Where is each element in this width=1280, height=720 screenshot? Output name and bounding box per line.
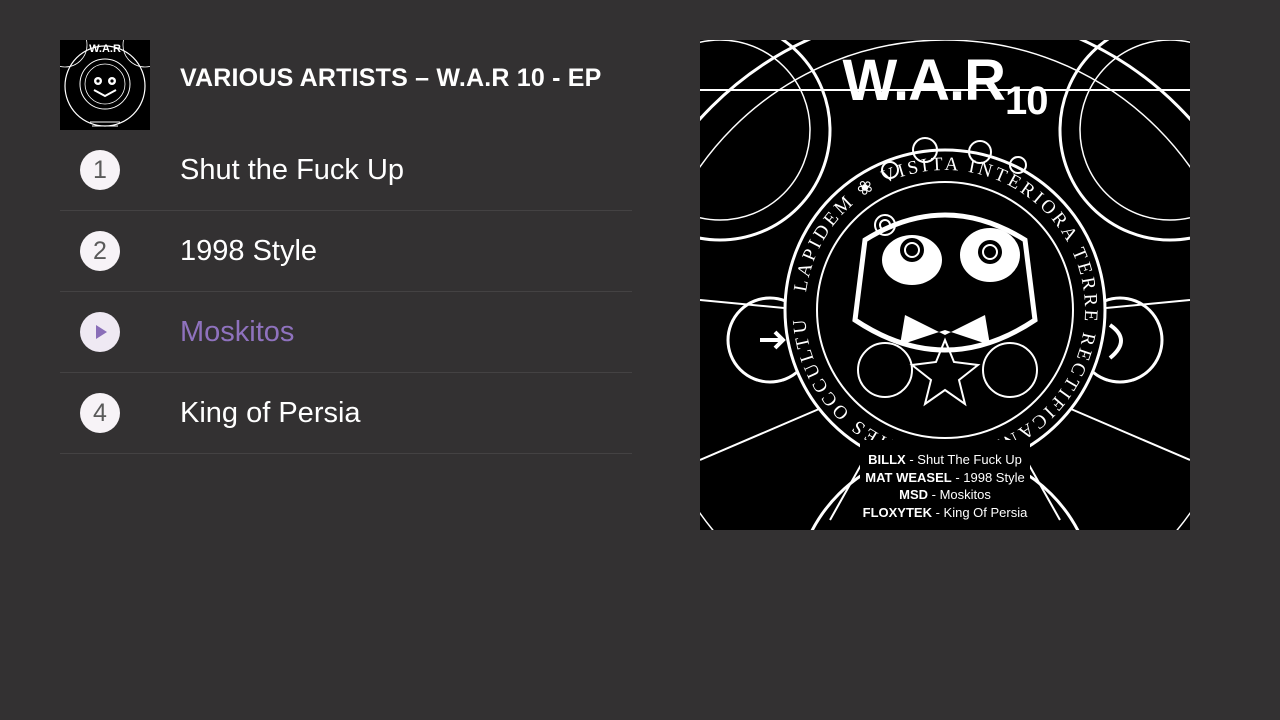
play-button[interactable] <box>80 312 120 352</box>
credit-artist: FLOXYTEK <box>862 504 932 520</box>
track-row-1[interactable]: 1 Shut the Fuck Up <box>60 130 632 211</box>
credit-line: BILLX - Shut The Fuck Up <box>868 452 1022 467</box>
cover-logo-main: W.A.R <box>842 48 1006 113</box>
track-row-2[interactable]: 2 1998 Style <box>60 211 632 292</box>
track-list: 1 Shut the Fuck Up 2 1998 Style Moskitos… <box>60 130 632 454</box>
album-thumbnail: W.A.R <box>60 40 150 130</box>
credit-title: 1998 Style <box>963 469 1025 485</box>
credit-artist: MAT WEASEL <box>865 469 952 485</box>
track-title[interactable]: Moskitos <box>180 312 294 352</box>
play-icon <box>96 325 107 339</box>
thumb-logo-text: W.A.R <box>89 43 121 55</box>
track-number-badge[interactable]: 1 <box>80 150 120 190</box>
track-number-badge[interactable]: 2 <box>80 231 120 271</box>
credit-line: FLOXYTEK - King Of Persia <box>862 504 1028 520</box>
track-title[interactable]: 1998 Style <box>180 231 317 271</box>
credit-artist: BILLX <box>868 452 906 467</box>
album-title: VARIOUS ARTISTS – W.A.R 10 - EP <box>180 64 602 92</box>
cover-logo: W.A.R10 <box>700 52 1190 123</box>
credit-artist: MSD <box>899 487 929 502</box>
track-title[interactable]: Shut the Fuck Up <box>180 150 404 190</box>
track-number-badge[interactable]: 4 <box>80 393 120 433</box>
credit-title: Shut The Fuck Up <box>917 452 1022 467</box>
credit-title: King Of Persia <box>943 504 1028 520</box>
credit-line: MAT WEASEL - 1998 Style <box>865 469 1025 485</box>
cover-logo-sub: 10 <box>1005 79 1048 123</box>
cover-credits: BILLX - Shut The Fuck Up MAT WEASEL - 19… <box>700 451 1190 521</box>
track-row-4[interactable]: 4 King of Persia <box>60 373 632 454</box>
track-row-3-playing[interactable]: Moskitos <box>60 292 632 373</box>
credit-title: Moskitos <box>939 487 991 502</box>
credit-line: MSD - Moskitos <box>899 487 991 502</box>
track-title[interactable]: King of Persia <box>180 393 361 433</box>
album-cover: LAPIDEM ❀ VISITA INTERIORA TERRE RECTIFI… <box>700 40 1190 530</box>
